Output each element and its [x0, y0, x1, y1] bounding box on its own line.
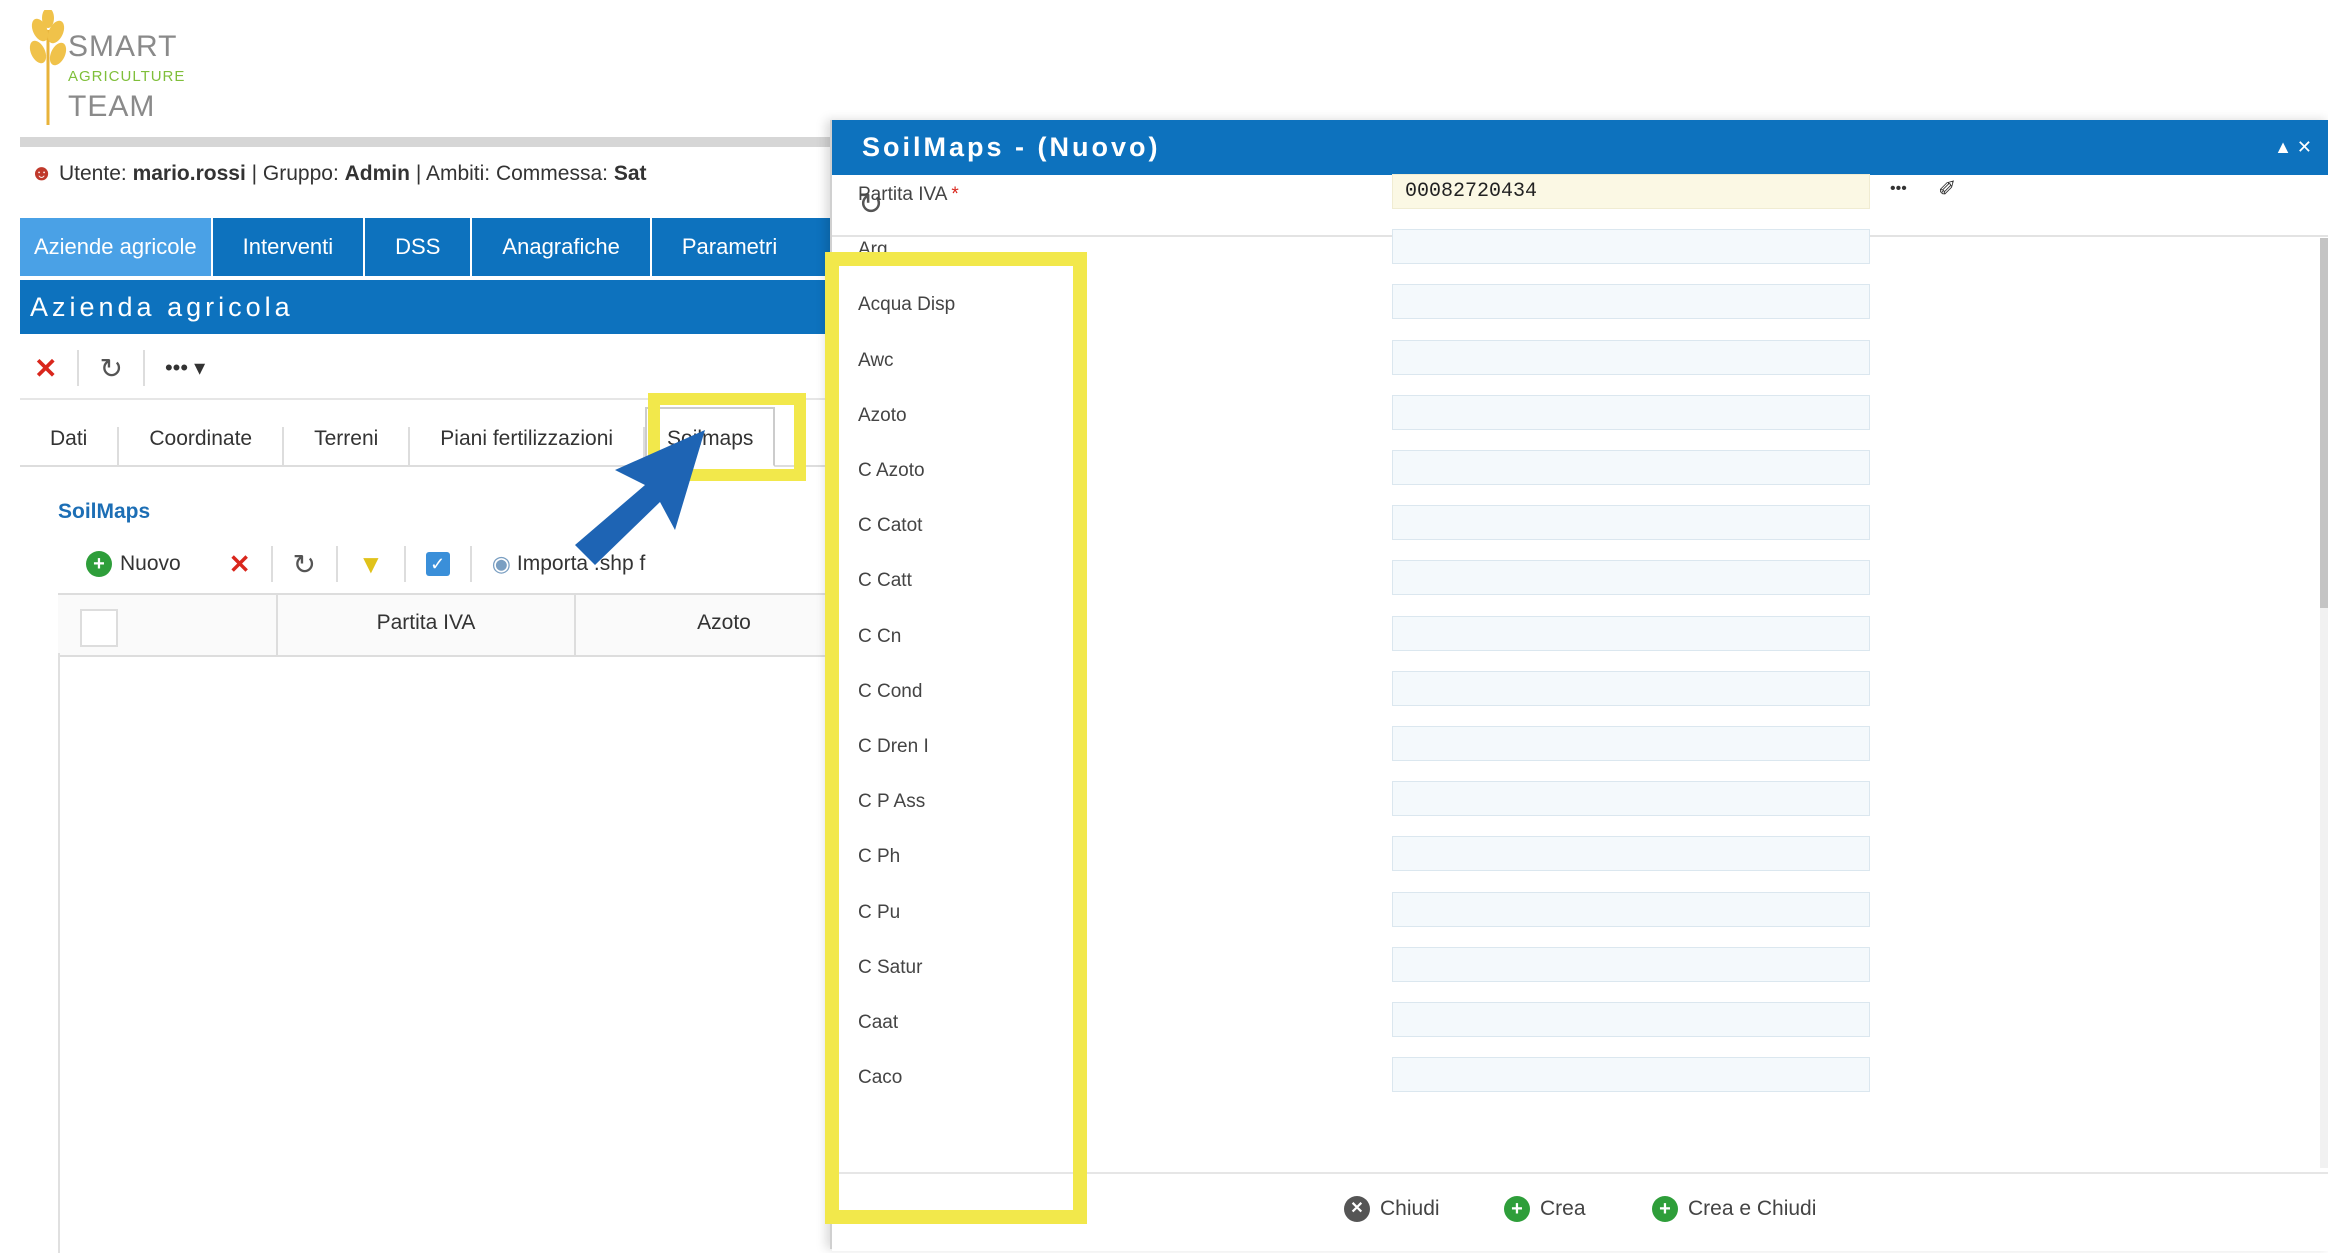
field-input[interactable] — [1392, 284, 1870, 320]
user-name: mario.rossi — [132, 162, 246, 185]
group-label: | Gruppo: — [251, 162, 339, 185]
highlight-form-labels — [825, 252, 1087, 1224]
select-all-checkbox[interactable] — [80, 609, 118, 647]
field-label: Partita IVA * — [858, 184, 959, 206]
field-input[interactable] — [1392, 339, 1870, 375]
more-icon[interactable]: ••• ▾ — [165, 355, 205, 381]
toolbar-separator — [335, 546, 338, 582]
toolbar-separator — [403, 546, 406, 582]
create-button[interactable]: + Crea — [1504, 1196, 1586, 1222]
create-close-button[interactable]: + Crea e Chiudi — [1652, 1196, 1816, 1222]
field-input[interactable] — [1392, 836, 1870, 872]
toolbar-separator — [270, 546, 273, 582]
select-all-icon[interactable]: ✓ — [425, 552, 450, 576]
toolbar-separator — [77, 350, 80, 386]
delete-icon[interactable]: ✕ — [229, 549, 251, 580]
field-input[interactable] — [1392, 726, 1870, 761]
field-label-text: Partita IVA — [858, 184, 948, 205]
grid-toolbar: + Nuovo ✕ ↻ ▼ ✓ ◉ Importa .shp f — [58, 535, 848, 593]
field-input[interactable] — [1392, 781, 1870, 817]
nav-interventi[interactable]: Interventi — [213, 218, 366, 276]
required-marker: * — [951, 184, 959, 205]
add-icon: + — [1652, 1196, 1678, 1222]
section-title: Azienda agricola — [20, 280, 850, 334]
field-input[interactable]: 00082720434 — [1392, 174, 1870, 209]
toolbar-separator — [469, 546, 472, 582]
field-input[interactable] — [1392, 1057, 1870, 1093]
delete-icon[interactable]: ✕ — [34, 352, 57, 385]
user-bar: ☻ Utente: mario.rossi | Gruppo: Admin | … — [30, 160, 647, 186]
record-toolbar: ✕ ↻ ••• ▾ — [20, 338, 850, 400]
group-name: Admin — [344, 162, 410, 185]
nav-parametri[interactable]: Parametri — [652, 218, 807, 276]
tab-dati[interactable]: Dati — [20, 427, 120, 465]
grid-body — [58, 653, 850, 1253]
field-input[interactable] — [1392, 394, 1870, 430]
field-input[interactable] — [1392, 450, 1870, 485]
tab-terreni[interactable]: Terreni — [284, 427, 411, 465]
field-input[interactable] — [1392, 1002, 1870, 1037]
close-button[interactable]: ✕ Chiudi — [1344, 1196, 1440, 1222]
column-header-partita-iva[interactable]: Partita IVA — [278, 611, 574, 635]
add-icon[interactable]: + — [86, 551, 112, 577]
user-label: Utente: — [59, 162, 127, 185]
pointer-arrow-icon — [575, 430, 705, 565]
create-close-button-label: Crea e Chiudi — [1688, 1197, 1817, 1220]
scope-name: Sat — [613, 162, 647, 185]
field-input[interactable] — [1392, 891, 1870, 927]
tab-coordinate[interactable]: Coordinate — [119, 427, 285, 465]
toolbar-separator — [142, 350, 145, 386]
modal-scrollbar-thumb[interactable] — [2320, 238, 2328, 608]
scope-label: | Ambiti: Commessa: — [415, 162, 608, 185]
modal-title: SoilMaps - (Nuovo) — [832, 120, 2328, 175]
logo: SMART AGRICULTURE TEAM — [18, 10, 238, 130]
refresh-icon[interactable]: ↻ — [99, 352, 122, 385]
nav-dss[interactable]: DSS — [365, 218, 473, 276]
field-input[interactable] — [1392, 560, 1870, 596]
logo-line-2: AGRICULTURE — [68, 68, 186, 85]
soilmaps-grid-title: SoilMaps — [58, 500, 151, 523]
field-input[interactable] — [1392, 946, 1870, 982]
user-icon: ☻ — [30, 160, 54, 185]
lookup-more-icon[interactable]: ••• — [1890, 180, 1907, 198]
nav-anagrafiche[interactable]: Anagrafiche — [472, 218, 652, 276]
new-button[interactable]: Nuovo — [120, 552, 181, 576]
modal-window-controls[interactable]: ▲ ✕ — [2274, 120, 2312, 175]
main-nav: Aziende agricole Interventi DSS Anagrafi… — [20, 218, 850, 276]
field-input[interactable] — [1392, 505, 1870, 541]
globe-icon: ◉ — [491, 551, 511, 576]
field-input[interactable] — [1392, 615, 1870, 651]
add-icon: + — [1504, 1196, 1530, 1222]
create-button-label: Crea — [1540, 1197, 1586, 1220]
logo-line-3: TEAM — [68, 90, 156, 123]
grid-header: Partita IVA Azoto — [58, 593, 848, 657]
logo-line-1: SMART — [68, 30, 178, 63]
field-input[interactable] — [1392, 670, 1870, 706]
close-button-label: Chiudi — [1380, 1197, 1440, 1220]
clear-field-icon[interactable]: ✐ — [1938, 176, 1956, 202]
field-input[interactable] — [1392, 229, 1870, 265]
close-icon: ✕ — [1344, 1196, 1370, 1222]
refresh-icon[interactable]: ↻ — [293, 548, 316, 581]
nav-aziende-agricole[interactable]: Aziende agricole — [20, 218, 213, 276]
filter-icon[interactable]: ▼ — [358, 549, 384, 580]
header-divider — [20, 137, 850, 147]
